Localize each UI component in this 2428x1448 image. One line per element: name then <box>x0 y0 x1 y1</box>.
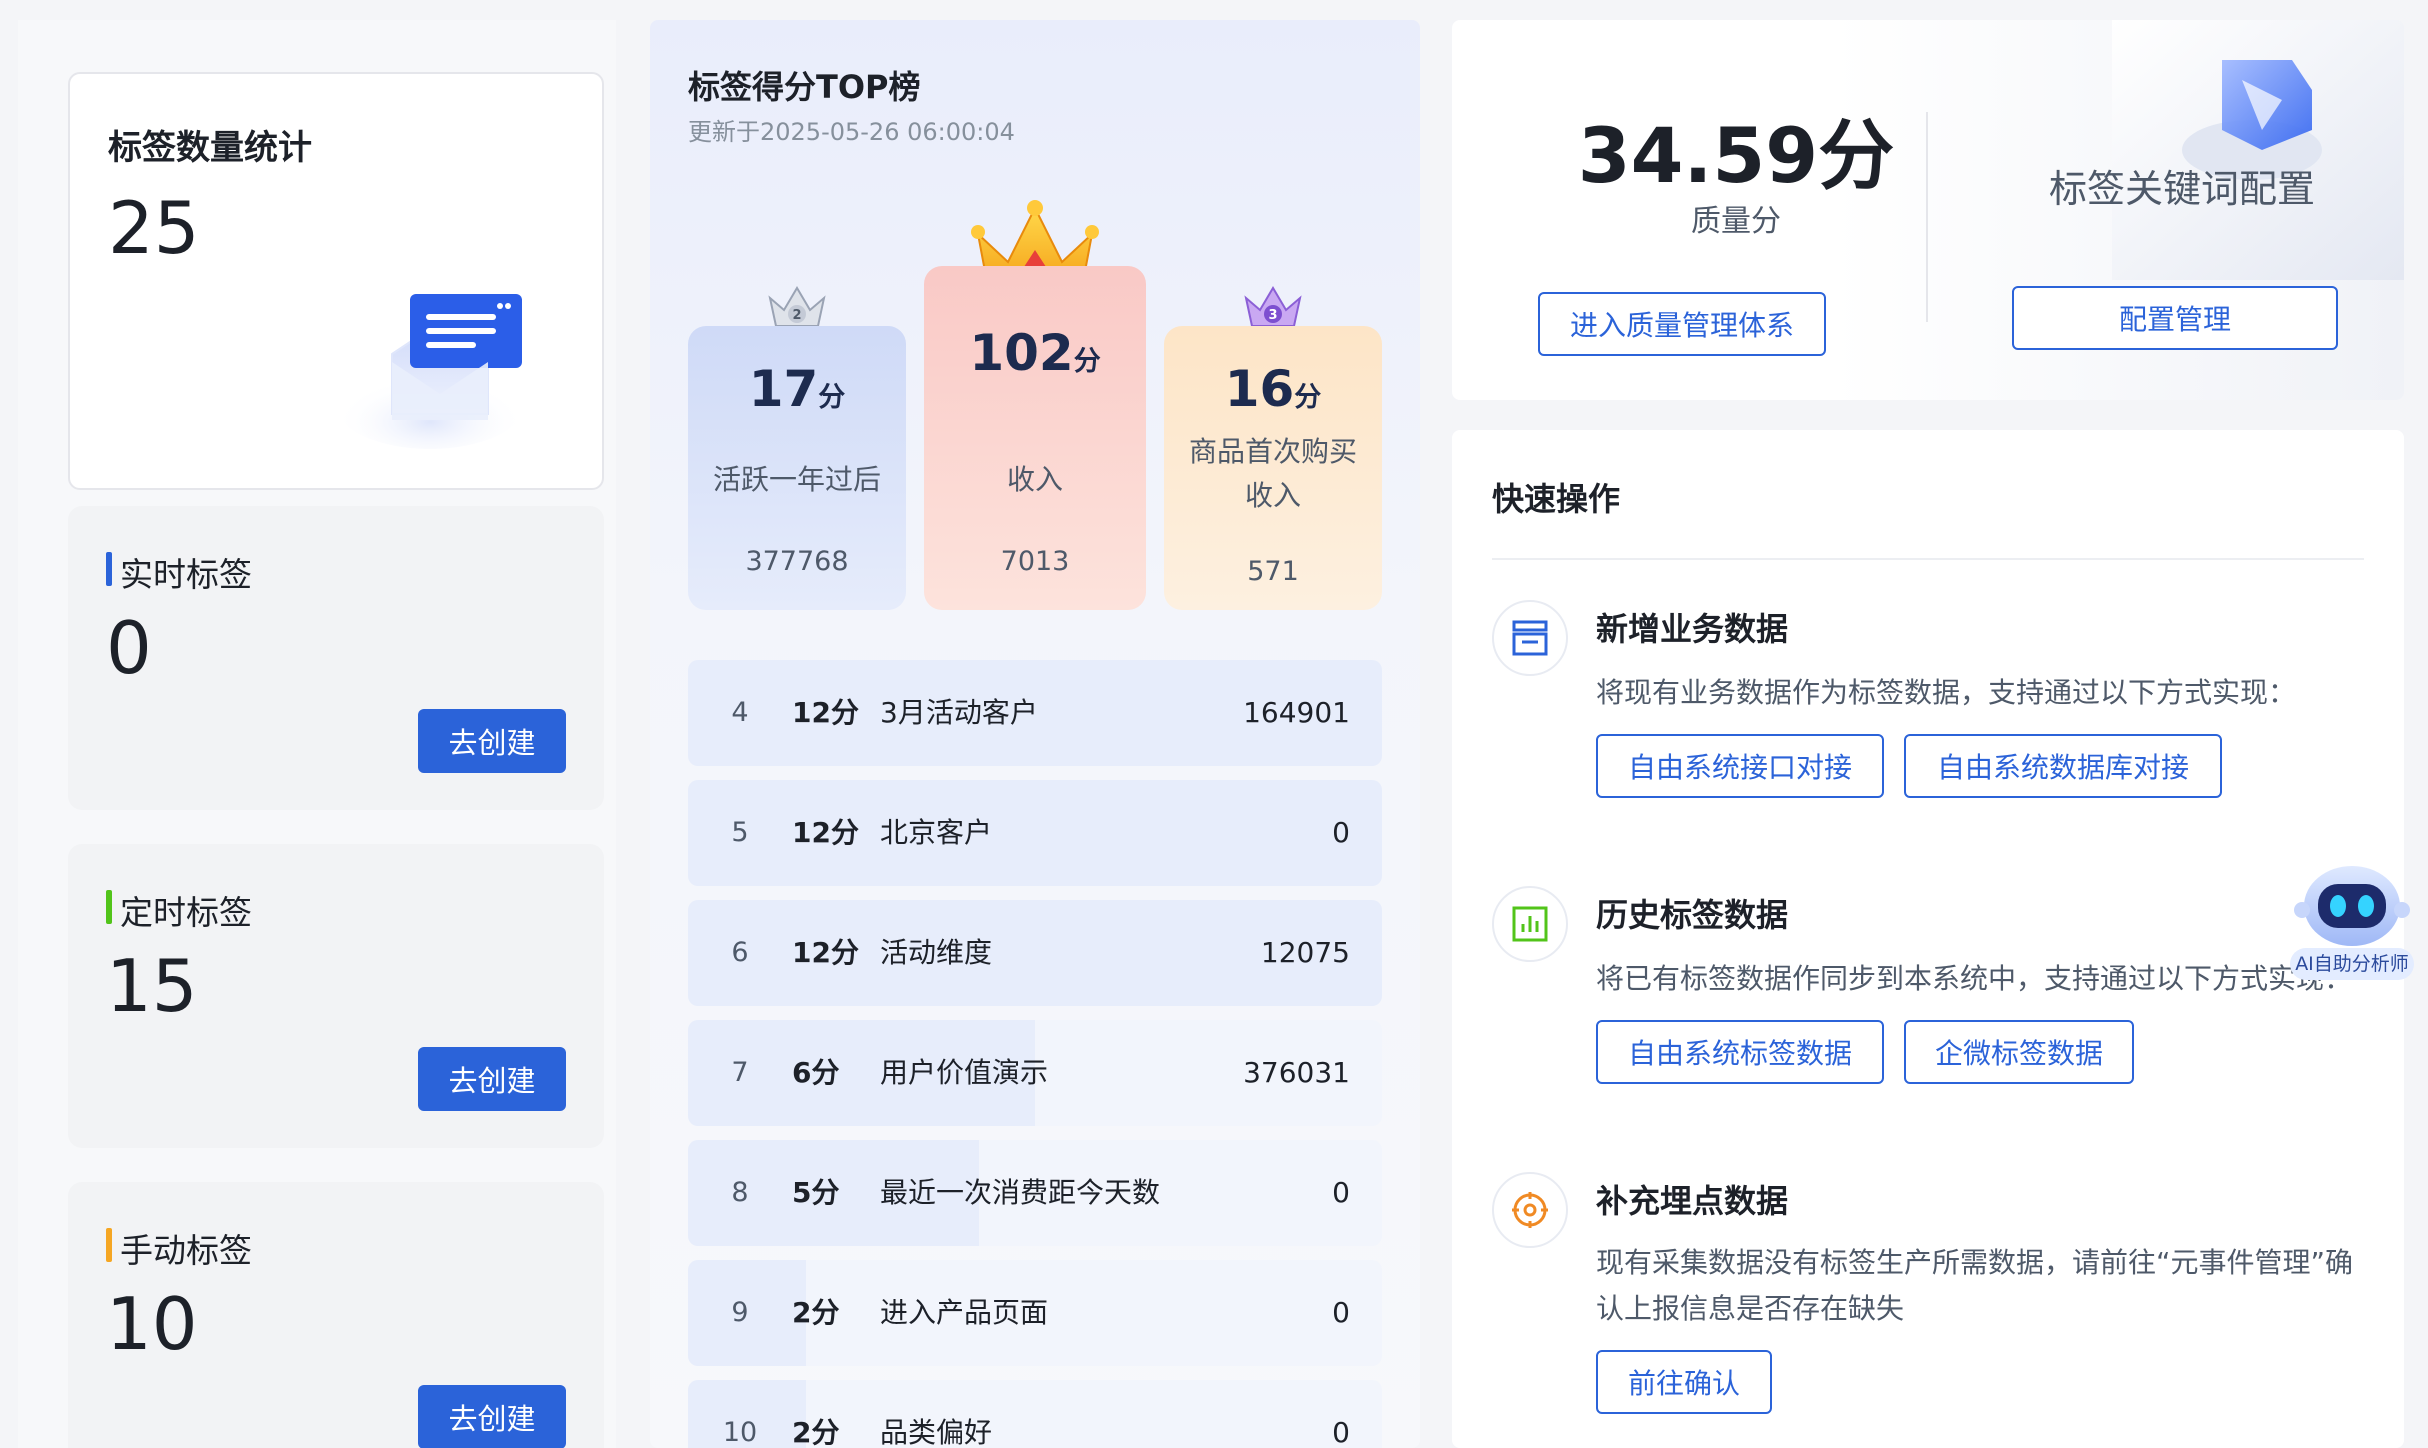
podium-rank-1-name: 收入 <box>1006 463 1063 496</box>
quality-score: 34.59分 <box>1577 111 1895 200</box>
ranking-row-count: 0 <box>1332 816 1350 849</box>
robot-icon <box>2294 866 2410 946</box>
ranking-row-score: 12分 <box>792 936 859 969</box>
ranking-row-name: 最近一次消费距今天数 <box>880 1176 1161 1209</box>
tracking-data-desc: 现有采集数据没有标签生产所需数据，请前往“元事件管理”确认上报信息是否存在缺失 <box>1596 1246 2354 1325</box>
ranking-row-rank: 8 <box>688 1140 792 1246</box>
ranking-row[interactable]: 9 2分 进入产品页面 0 <box>688 1260 1382 1366</box>
quality-panel: 34.59分 质量分 进入质量管理体系 标签关键词配置 配置管理 <box>1452 20 2404 400</box>
quick-actions-divider <box>1492 558 2364 560</box>
ranking-row-score: 5分 <box>792 1176 840 1209</box>
ranking-row-name: 品类偏好 <box>880 1416 993 1448</box>
manual-tag-count: 10 <box>106 1282 198 1366</box>
keyword-config-button[interactable]: 配置管理 <box>2012 286 2338 350</box>
manual-tag-card: 手动标签 10 去创建 <box>68 1182 604 1448</box>
ranking-row-rank: 10 <box>688 1380 792 1448</box>
ranking-row[interactable]: 5 12分 北京客户 0 <box>688 780 1382 886</box>
bronze-crown-rank: 3 <box>1268 308 1277 323</box>
ranking-row-name: 北京客户 <box>880 816 993 849</box>
ranking-row-rank: 9 <box>688 1260 792 1366</box>
history-data-icon <box>1492 886 1568 962</box>
bronze-crown-icon: 3 <box>1244 286 1302 327</box>
history-data-desc: 将已有标签数据作同步到本系统中，支持通过以下方式实现： <box>1596 962 2353 995</box>
tracking-data-icon <box>1492 1172 1568 1248</box>
history-data-title: 历史标签数据 <box>1596 896 1789 934</box>
scheduled-tag-label: 定时标签 <box>106 886 252 934</box>
ranking-row-rank: 5 <box>688 780 792 886</box>
silver-crown-rank: 2 <box>792 308 801 323</box>
podium-rank-3-score: 16分 <box>1224 360 1322 418</box>
ranking-row[interactable]: 4 12分 3月活动客户 164901 <box>688 660 1382 766</box>
business-data-icon <box>1492 600 1568 676</box>
ranking-row-rank: 7 <box>688 1020 792 1126</box>
ranking-row-rank: 4 <box>688 660 792 766</box>
realtime-tag-label: 实时标签 <box>106 548 252 596</box>
silver-crown-icon: 2 <box>768 286 826 327</box>
ranking-row-name: 3月活动客户 <box>880 696 1038 729</box>
quick-actions-title: 快速操作 <box>1492 480 1621 518</box>
ranking-row-score: 12分 <box>792 696 859 729</box>
ranking-row-count: 0 <box>1332 1416 1350 1448</box>
tag-count-total: 25 <box>108 186 200 270</box>
podium-rank-2[interactable]: 17分 活跃一年过后 377768 <box>688 326 906 610</box>
ranking-row-name: 用户价值演示 <box>880 1056 1049 1089</box>
envelope-illustration-icon <box>340 294 525 449</box>
ranking-row-name: 活动维度 <box>880 936 993 969</box>
podium-rank-2-score: 17分 <box>748 360 846 418</box>
create-manual-tag-button[interactable]: 去创建 <box>418 1385 566 1448</box>
ranking-row-score: 2分 <box>792 1416 840 1448</box>
tracking-data-title: 补充埋点数据 <box>1596 1182 1789 1220</box>
wecom-tag-data-button[interactable]: 企微标签数据 <box>1904 1020 2134 1084</box>
ranking-row-count: 164901 <box>1243 696 1350 729</box>
ranking-row-count: 0 <box>1332 1176 1350 1209</box>
podium-rank-3-name: 商品首次购买收入 <box>1188 435 1357 512</box>
business-data-title: 新增业务数据 <box>1596 610 1789 648</box>
quality-divider <box>1926 112 1928 322</box>
ranking-row-count: 0 <box>1332 1296 1350 1329</box>
ranking-panel: 标签得分TOP榜 更新于2025-05-26 06:00:04 2 3 17分 … <box>650 20 1420 1448</box>
podium-rank-1-count: 7013 <box>1000 546 1070 577</box>
realtime-tag-card: 实时标签 0 去创建 <box>68 506 604 810</box>
quality-system-button[interactable]: 进入质量管理体系 <box>1538 292 1826 356</box>
podium-rank-3-count: 571 <box>1247 556 1299 587</box>
ranking-row-rank: 6 <box>688 900 792 1006</box>
tag-count-card: 标签数量统计 25 <box>68 72 604 490</box>
config-decoration-icon <box>2112 20 2404 280</box>
ranking-row-score: 6分 <box>792 1056 840 1089</box>
business-data-desc: 将现有业务数据作为标签数据，支持通过以下方式实现： <box>1596 676 2297 709</box>
system-database-button[interactable]: 自由系统数据库对接 <box>1904 734 2222 798</box>
ranking-row-score: 12分 <box>792 816 859 849</box>
tag-count-title: 标签数量统计 <box>108 128 312 168</box>
ranking-row[interactable]: 7 6分 用户价值演示 376031 <box>688 1020 1382 1126</box>
system-tag-data-button[interactable]: 自由系统标签数据 <box>1596 1020 1884 1084</box>
ranking-row-count: 376031 <box>1243 1056 1350 1089</box>
ranking-row-score: 2分 <box>792 1296 840 1329</box>
ranking-title: 标签得分TOP榜 <box>688 68 921 106</box>
podium-rank-1-score: 102分 <box>969 324 1101 382</box>
podium-rank-1[interactable]: 102分 收入 7013 <box>924 266 1146 610</box>
create-realtime-tag-button[interactable]: 去创建 <box>418 709 566 773</box>
ranking-row[interactable]: 6 12分 活动维度 12075 <box>688 900 1382 1006</box>
realtime-tag-count: 0 <box>106 606 152 690</box>
ai-assistant-label: AI自助分析师 <box>2290 948 2414 980</box>
go-confirm-button[interactable]: 前往确认 <box>1596 1350 1772 1414</box>
manual-tag-label: 手动标签 <box>106 1224 252 1272</box>
ranking-updated-time: 更新于2025-05-26 06:00:04 <box>688 118 1015 146</box>
podium-rank-2-count: 377768 <box>745 546 849 577</box>
ranking-row-count: 12075 <box>1260 936 1350 969</box>
ranking-row-name: 进入产品页面 <box>880 1296 1049 1329</box>
create-scheduled-tag-button[interactable]: 去创建 <box>418 1047 566 1111</box>
podium-rank-3[interactable]: 16分 商品首次购买收入 571 <box>1164 326 1382 610</box>
quick-actions-panel: 快速操作 新增业务数据 将现有业务数据作为标签数据，支持通过以下方式实现： 自由… <box>1452 430 2404 1448</box>
quality-score-label: 质量分 <box>1691 204 1781 239</box>
scheduled-tag-count: 15 <box>106 944 198 1028</box>
keyword-config-title: 标签关键词配置 <box>2048 167 2315 211</box>
system-api-button[interactable]: 自由系统接口对接 <box>1596 734 1884 798</box>
ai-assistant-widget[interactable]: AI自助分析师 <box>2290 860 2414 980</box>
podium-rank-2-name: 活跃一年过后 <box>712 463 881 496</box>
ranking-row[interactable]: 8 5分 最近一次消费距今天数 0 <box>688 1140 1382 1246</box>
scheduled-tag-card: 定时标签 15 去创建 <box>68 844 604 1148</box>
tag-stats-column: 标签数量统计 25 实时标签 0 去创建 定时标签 15 去创建 手动标签 10… <box>18 20 616 1448</box>
ranking-row[interactable]: 10 2分 品类偏好 0 <box>688 1380 1382 1448</box>
